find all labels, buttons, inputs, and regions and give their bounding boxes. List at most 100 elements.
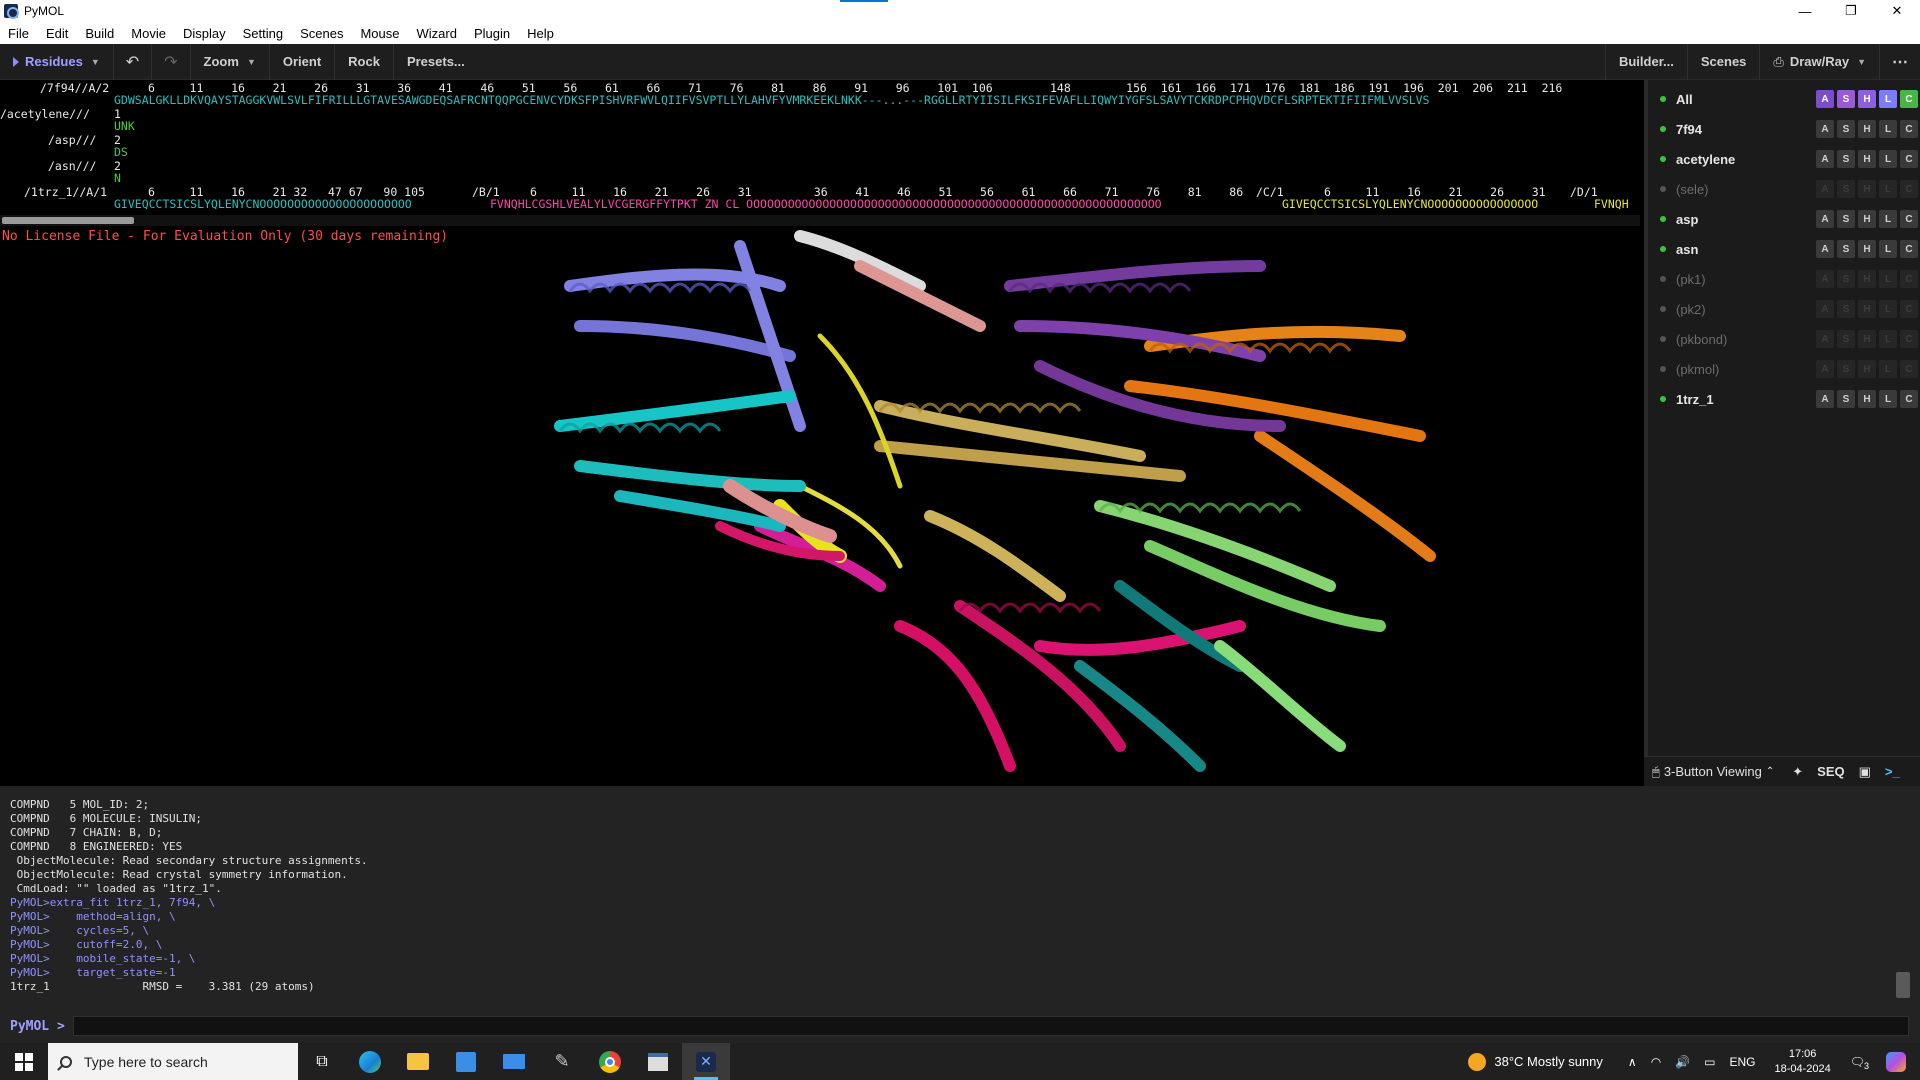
label-button[interactable]: L xyxy=(1879,210,1897,228)
object-row-pk2[interactable]: (pk2) A S H L C xyxy=(1648,294,1920,324)
seq-residues-acetylene[interactable]: UNK xyxy=(114,120,135,133)
show-button[interactable]: S xyxy=(1837,390,1855,408)
seq-residues-7f94[interactable]: GDWSALGKLLDKVQAYSTAGGKVWLSVLFIFRILLLGTAV… xyxy=(114,94,1429,107)
terminal-app-icon[interactable] xyxy=(634,1043,682,1080)
seq-toggle-button[interactable]: SEQ xyxy=(1817,764,1844,779)
action-button[interactable]: A xyxy=(1816,150,1834,168)
menu-file[interactable]: File xyxy=(8,26,29,41)
color-button[interactable]: C xyxy=(1900,210,1918,228)
color-button[interactable]: C xyxy=(1900,360,1918,378)
color-button[interactable]: C xyxy=(1900,330,1918,348)
show-button[interactable]: S xyxy=(1837,240,1855,258)
menu-wizard[interactable]: Wizard xyxy=(416,26,456,41)
hide-button[interactable]: H xyxy=(1858,330,1876,348)
menu-edit[interactable]: Edit xyxy=(46,26,68,41)
object-name[interactable]: (pkmol) xyxy=(1676,362,1796,377)
hide-button[interactable]: H xyxy=(1858,360,1876,378)
console-scrollbar[interactable] xyxy=(1896,972,1910,998)
show-button[interactable]: S xyxy=(1837,120,1855,138)
builder-button[interactable]: Builder... xyxy=(1604,43,1688,80)
color-button[interactable]: C xyxy=(1900,270,1918,288)
chevron-up-icon[interactable]: ∧ xyxy=(1628,1055,1637,1069)
object-name[interactable]: asn xyxy=(1676,242,1796,257)
color-button[interactable]: C xyxy=(1900,300,1918,318)
action-button[interactable]: A xyxy=(1816,90,1834,108)
object-row-pk1[interactable]: (pk1) A S H L C xyxy=(1648,264,1920,294)
undo-button[interactable]: ↶ xyxy=(114,43,153,80)
action-button[interactable]: A xyxy=(1816,360,1834,378)
taskbar-search[interactable]: Type here to search xyxy=(48,1043,298,1080)
object-row-pkmol[interactable]: (pkmol) A S H L C xyxy=(1648,354,1920,384)
label-button[interactable]: L xyxy=(1879,180,1897,198)
draw-ray-button[interactable]: ⎙ Draw/Ray ▼ xyxy=(1760,43,1880,80)
minimize-button[interactable]: — xyxy=(1782,0,1828,22)
show-button[interactable]: S xyxy=(1837,330,1855,348)
sequence-scrollbar[interactable] xyxy=(0,215,1640,226)
show-button[interactable]: S xyxy=(1837,300,1855,318)
label-button[interactable]: L xyxy=(1879,240,1897,258)
hide-button[interactable]: H xyxy=(1858,390,1876,408)
action-button[interactable]: A xyxy=(1816,180,1834,198)
show-button[interactable]: S xyxy=(1837,180,1855,198)
copilot-icon[interactable] xyxy=(1872,1043,1920,1080)
show-button[interactable]: S xyxy=(1837,360,1855,378)
more-options-icon[interactable]: ⋯ xyxy=(1880,44,1920,80)
menu-display[interactable]: Display xyxy=(183,26,226,41)
file-explorer-icon[interactable] xyxy=(394,1043,442,1080)
object-name[interactable]: acetylene xyxy=(1676,152,1796,167)
seq-residues-asp[interactable]: DS xyxy=(114,146,128,159)
rock-button[interactable]: Rock xyxy=(335,43,394,80)
object-name[interactable]: (pk2) xyxy=(1676,302,1796,317)
action-button[interactable]: A xyxy=(1816,270,1834,288)
object-row-pkbond[interactable]: (pkbond) A S H L C xyxy=(1648,324,1920,354)
show-button[interactable]: S xyxy=(1837,270,1855,288)
volume-icon[interactable]: 🔊 xyxy=(1675,1055,1690,1069)
seq-label-1trz[interactable]: /1trz_1//A/1 xyxy=(24,186,107,199)
mouse-mode-selector[interactable]: 3-Button Viewing xyxy=(1664,764,1762,779)
hide-button[interactable]: H xyxy=(1858,150,1876,168)
action-button[interactable]: A xyxy=(1816,120,1834,138)
residues-selector[interactable]: Residues ▼ xyxy=(0,43,114,80)
label-button[interactable]: L xyxy=(1879,360,1897,378)
menu-scenes[interactable]: Scenes xyxy=(300,26,343,41)
label-button[interactable]: L xyxy=(1879,270,1897,288)
scrollbar-thumb[interactable] xyxy=(2,217,134,224)
maximize-button[interactable]: ❐ xyxy=(1828,0,1874,22)
seq-label-asn[interactable]: /asn/// xyxy=(48,160,96,173)
object-name[interactable]: 7f94 xyxy=(1676,122,1796,137)
pen-app-icon[interactable]: ✎ xyxy=(538,1043,586,1080)
object-row-7f94[interactable]: 7f94 A S H L C xyxy=(1648,114,1920,144)
hide-button[interactable]: H xyxy=(1858,300,1876,318)
mail-icon[interactable] xyxy=(490,1043,538,1080)
notifications-icon[interactable]: 🗨 3 xyxy=(1850,1055,1869,1071)
seq-residues-1trz-a[interactable]: GIVEQCCTSICSLYQLENYCNOOOOOOOOOOOOOOOOOOO… xyxy=(114,198,412,211)
show-button[interactable]: S xyxy=(1837,210,1855,228)
object-row-asp[interactable]: asp A S H L C xyxy=(1648,204,1920,234)
battery-icon[interactable]: ▭ xyxy=(1704,1055,1715,1069)
object-row-1trz-1[interactable]: 1trz_1 A S H L C xyxy=(1648,384,1920,414)
color-button[interactable]: C xyxy=(1900,150,1918,168)
wifi-icon[interactable]: ◠ xyxy=(1651,1055,1661,1069)
object-name[interactable]: (sele) xyxy=(1676,182,1796,197)
object-name[interactable]: (pkbond) xyxy=(1676,332,1796,347)
hide-button[interactable]: H xyxy=(1858,120,1876,138)
seq-residues-1trz-b[interactable]: FVNQHLCGSHLVEALYLVCGERGFFYTPKT ZN CL OOO… xyxy=(490,198,1162,211)
seq-label-asp[interactable]: /asp/// xyxy=(48,134,96,147)
hide-button[interactable]: H xyxy=(1858,210,1876,228)
object-row-asn[interactable]: asn A S H L C xyxy=(1648,234,1920,264)
show-button[interactable]: S xyxy=(1837,150,1855,168)
object-name[interactable]: All xyxy=(1676,92,1796,107)
gui-icon[interactable]: ▣ xyxy=(1859,764,1871,780)
seq-residues-asn[interactable]: N xyxy=(114,172,121,185)
hide-button[interactable]: H xyxy=(1858,270,1876,288)
label-button[interactable]: L xyxy=(1879,390,1897,408)
zoom-button[interactable]: Zoom ▼ xyxy=(191,43,270,80)
presets-button[interactable]: Presets... xyxy=(394,44,478,80)
object-row-acetylene[interactable]: acetylene A S H L C xyxy=(1648,144,1920,174)
color-button[interactable]: C xyxy=(1900,120,1918,138)
menu-setting[interactable]: Setting xyxy=(243,26,283,41)
command-input[interactable] xyxy=(72,1016,1909,1036)
store-icon[interactable] xyxy=(442,1043,490,1080)
task-view-icon[interactable]: ⧉ xyxy=(298,1043,346,1080)
menu-plugin[interactable]: Plugin xyxy=(474,26,510,41)
